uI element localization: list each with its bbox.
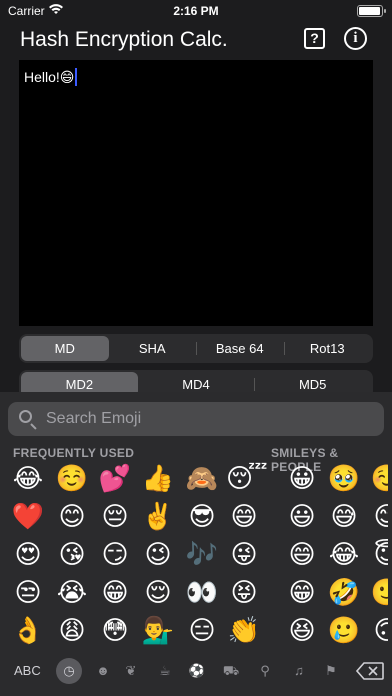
emoji-grid: 😂 ❤️ 😍 😒 👌 ☺️ 😊 😘 😭 😩 💕 😔 😏 😁 😳 👍 ✌️ 😉 😌 💁‍♂️ 🙈 😎 🎶 👀 😑 😴 😄 😜 😝 👏 😀 😃 😄 😁… — [4, 460, 388, 655]
status-bar: Carrier 2:16 PM — [0, 0, 392, 22]
emoji-key[interactable]: 🎶 — [184, 536, 220, 572]
emoji-key[interactable]: 💕 — [97, 460, 133, 496]
emoji-key[interactable]: 🙂 — [369, 574, 388, 610]
emoji-key[interactable]: 😒 — [10, 574, 46, 610]
emoji-key[interactable]: 😀 — [284, 460, 320, 496]
emoji-key[interactable]: 🥹 — [326, 460, 362, 496]
emoji-key[interactable]: 🤣 — [326, 574, 362, 610]
input-text: Hello!😄 — [24, 69, 75, 85]
algorithm-segmented-control: MD SHA Base 64 Rot13 — [19, 334, 373, 363]
emoji-key[interactable]: 😁 — [97, 574, 133, 610]
category-smileys-icon[interactable]: ☻ — [94, 662, 112, 680]
segment-rot13[interactable]: Rot13 — [283, 336, 372, 361]
emoji-key[interactable]: 😄 — [284, 536, 320, 572]
emoji-key[interactable]: ☺️ — [369, 460, 388, 496]
help-button[interactable]: ? — [304, 28, 325, 49]
emoji-key[interactable]: 😍 — [10, 536, 46, 572]
emoji-key[interactable]: 🙈 — [184, 460, 220, 496]
emoji-key[interactable]: 👀 — [184, 574, 220, 610]
category-activity-icon[interactable]: ⚽ — [188, 662, 206, 680]
emoji-key[interactable]: 😩 — [54, 612, 90, 648]
emoji-key[interactable]: 😔 — [97, 498, 133, 534]
emoji-key[interactable]: 😇 — [369, 536, 388, 572]
emoji-search-placeholder: Search Emoji — [46, 410, 142, 427]
emoji-key[interactable]: 😉 — [140, 536, 176, 572]
emoji-key[interactable]: ✌️ — [140, 498, 176, 534]
emoji-key[interactable]: 🙃 — [369, 612, 388, 648]
emoji-key[interactable]: 😝 — [226, 574, 262, 610]
emoji-key[interactable]: 😂 — [326, 536, 362, 572]
category-recent-icon[interactable]: ◷ — [56, 658, 82, 684]
battery-cap — [384, 9, 386, 13]
emoji-keyboard: Search Emoji FREQUENTLY USED SMILEYS & P… — [0, 392, 392, 696]
emoji-key[interactable]: 😏 — [97, 536, 133, 572]
emoji-key[interactable]: 😳 — [97, 612, 133, 648]
emoji-key[interactable]: 😑 — [184, 612, 220, 648]
emoji-key[interactable]: 👏 — [226, 612, 262, 648]
delete-key[interactable] — [355, 662, 384, 680]
emoji-key[interactable]: ❤️ — [10, 498, 46, 534]
category-objects-icon[interactable]: ⚲ — [256, 662, 274, 680]
category-travel-icon[interactable]: ⛟ — [222, 662, 240, 680]
emoji-key[interactable]: ☺️ — [54, 460, 90, 496]
emoji-key[interactable]: 😄 — [226, 498, 262, 534]
input-text-area[interactable]: Hello!😄 — [19, 60, 373, 326]
emoji-key[interactable]: 😆 — [284, 612, 320, 648]
emoji-key[interactable]: 😊 — [369, 498, 388, 534]
abc-key[interactable]: ABC — [14, 663, 41, 678]
emoji-key[interactable]: 😂 — [10, 460, 46, 496]
emoji-key[interactable]: 😎 — [184, 498, 220, 534]
emoji-key[interactable]: 😊 — [54, 498, 90, 534]
delete-icon — [355, 662, 384, 680]
emoji-key[interactable]: 😁 — [284, 574, 320, 610]
nav-bar: Hash Encryption Calc. ? i — [0, 22, 392, 58]
emoji-search-field[interactable]: Search Emoji — [8, 402, 384, 436]
search-icon — [19, 410, 32, 423]
text-caret — [75, 68, 78, 86]
emoji-key[interactable]: 🥲 — [326, 612, 362, 648]
emoji-key[interactable]: 👍 — [140, 460, 176, 496]
page-title: Hash Encryption Calc. — [20, 28, 228, 51]
category-symbols-icon[interactable]: ♫ — [290, 662, 308, 680]
section-label-frequently-used: FREQUENTLY USED — [13, 446, 135, 460]
emoji-key[interactable]: 😭 — [54, 574, 90, 610]
category-food-icon[interactable]: ☕ — [156, 662, 174, 680]
clock: 2:16 PM — [173, 4, 219, 18]
battery-icon — [357, 5, 383, 17]
emoji-key[interactable]: 😃 — [284, 498, 320, 534]
emoji-key[interactable]: 😘 — [54, 536, 90, 572]
emoji-category-bar: ABC ◷ ☻ ❦ ☕ ⚽ ⛟ ⚲ ♫ ⚑ — [0, 654, 392, 688]
emoji-key[interactable]: 💁‍♂️ — [140, 612, 176, 648]
emoji-key[interactable]: 😜 — [226, 536, 262, 572]
category-animals-icon[interactable]: ❦ — [122, 662, 140, 680]
emoji-key[interactable]: 👌 — [10, 612, 46, 648]
emoji-key[interactable]: 😅 — [326, 498, 362, 534]
segment-base64[interactable]: Base 64 — [196, 336, 284, 361]
info-button[interactable]: i — [344, 27, 367, 50]
segment-md[interactable]: MD — [21, 336, 109, 361]
segment-sha[interactable]: SHA — [109, 336, 197, 361]
category-flags-icon[interactable]: ⚑ — [322, 662, 340, 680]
emoji-key[interactable]: 😴 — [226, 460, 268, 496]
emoji-key[interactable]: 😌 — [140, 574, 176, 610]
